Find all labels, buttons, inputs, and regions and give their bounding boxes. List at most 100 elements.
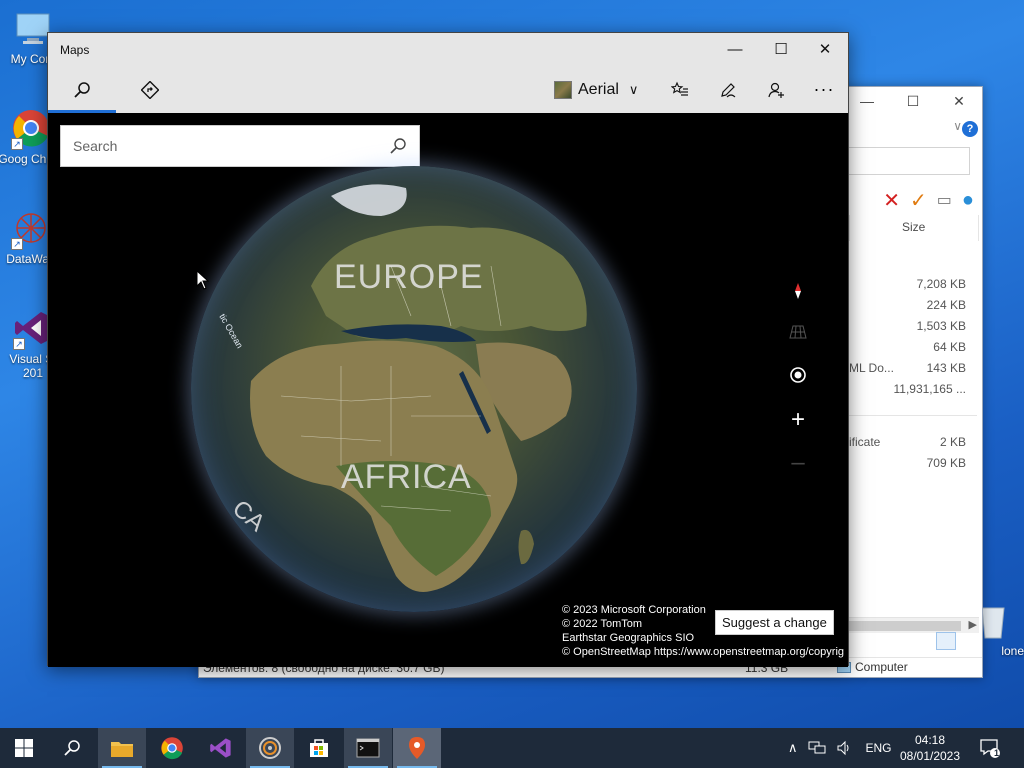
aerial-thumbnail-icon — [554, 80, 572, 99]
zoom-out-button[interactable]: – — [788, 451, 808, 475]
favorites-button[interactable] — [656, 66, 704, 113]
suggest-a-change-button[interactable]: Suggest a change — [715, 610, 834, 635]
tab-search[interactable] — [58, 66, 106, 113]
location-target-icon — [790, 367, 806, 383]
maps-titlebar: Maps — ☐ ✕ — [48, 33, 848, 66]
maximize-button[interactable]: ☐ — [890, 93, 936, 110]
map-label-europe: EUROPE — [334, 258, 484, 296]
disc-icon — [259, 737, 281, 759]
chevron-down-icon[interactable]: ∨ — [953, 119, 962, 133]
horizontal-scrollbar[interactable]: ▶ — [849, 617, 979, 633]
details-view-button[interactable] — [936, 632, 956, 650]
large-icons-view-button[interactable] — [960, 632, 980, 650]
mouse-cursor-icon — [196, 270, 210, 290]
column-header-label: Size — [902, 220, 926, 234]
search-icon — [74, 81, 90, 98]
clock[interactable]: 04:18 08/01/2023 — [890, 732, 970, 764]
my-location-button[interactable] — [788, 366, 808, 386]
person-add-icon — [768, 82, 784, 98]
minimize-button[interactable]: — — [712, 33, 758, 66]
chrome-icon: ↗ — [11, 108, 51, 150]
search-icon[interactable] — [389, 137, 407, 155]
input-language[interactable]: ENG — [866, 741, 892, 755]
shell-icon[interactable]: ● — [962, 189, 974, 212]
datawag-icon: ↗ — [11, 208, 51, 250]
sign-in-button[interactable] — [752, 66, 800, 113]
file-size: 7,208 KB — [916, 277, 966, 291]
folder-icon — [111, 742, 133, 757]
help-icon[interactable]: ? — [962, 121, 978, 137]
action-center-button[interactable]: 1 — [970, 728, 1010, 768]
file-size: 2 KB — [939, 435, 966, 449]
maximize-button[interactable]: ☐ — [758, 33, 804, 66]
delete-icon[interactable]: ✕ — [883, 188, 900, 213]
scrollbar-thumb[interactable] — [849, 621, 961, 631]
zoom-in-button[interactable]: + — [788, 408, 808, 432]
map-label-america: CA — [227, 495, 270, 537]
visual-studio-icon — [210, 738, 231, 758]
taskbar-chrome[interactable] — [148, 728, 196, 768]
group-separator — [849, 415, 977, 416]
map-canvas[interactable]: Search EUROPE AFRICA tic Ocean CA + – © … — [48, 113, 848, 667]
landmass-greenland — [331, 184, 407, 216]
network-icon[interactable] — [808, 740, 826, 756]
file-size: 64 KB — [933, 340, 966, 354]
close-button[interactable]: ✕ — [802, 33, 848, 66]
taskbar-maps[interactable] — [393, 728, 441, 768]
taskbar-store[interactable] — [295, 728, 343, 768]
chrome-icon — [161, 737, 183, 760]
clock-date: 08/01/2023 — [899, 749, 961, 763]
maps-toolbar: Aerial ∨ ··· — [48, 66, 848, 113]
system-tray: ∧ ENG — [788, 728, 892, 768]
column-header-size[interactable]: Size — [849, 215, 979, 241]
taskbar-file-explorer[interactable] — [98, 728, 146, 768]
notification-count-badge: 1 — [994, 748, 1000, 758]
search-button[interactable] — [48, 728, 96, 768]
volume-icon[interactable] — [836, 740, 852, 756]
checkmark-icon[interactable]: ✓ — [910, 188, 927, 213]
minimize-button[interactable]: — — [844, 93, 890, 109]
file-size: 11,931,165 ... — [893, 382, 966, 396]
explorer-toolbar: ✕ ✓ ▭ ● — [883, 187, 974, 213]
search-icon — [64, 740, 80, 756]
map-pin-icon — [409, 737, 425, 759]
taskbar-media-app[interactable] — [246, 728, 294, 768]
close-button[interactable]: ✕ — [936, 93, 982, 110]
compass-button[interactable] — [788, 281, 808, 301]
map-label-ocean: tic Ocean — [217, 312, 245, 350]
attribution-line: © OpenStreetMap https://www.openstreetma… — [562, 646, 845, 658]
more-options-button[interactable]: ··· — [800, 66, 848, 113]
map-style-dropdown[interactable]: Aerial ∨ — [554, 66, 638, 113]
window-title: Maps — [60, 43, 90, 57]
maps-window[interactable]: Maps — ☐ ✕ Aerial ∨ ··· Search EUROPE AF… — [47, 32, 849, 667]
terminal-icon — [356, 738, 380, 758]
file-size: 709 KB — [926, 456, 966, 470]
start-button[interactable] — [0, 728, 48, 768]
view-toggle — [936, 632, 980, 650]
ink-button[interactable] — [704, 66, 752, 113]
search-placeholder: Search — [73, 138, 118, 154]
globe[interactable]: EUROPE AFRICA tic Ocean CA — [191, 166, 637, 612]
map-style-label: Aerial — [578, 80, 619, 98]
directions-icon — [141, 80, 159, 99]
map-label-africa: AFRICA — [341, 458, 472, 496]
pen-icon — [721, 82, 736, 97]
chevron-up-icon[interactable]: ∧ — [788, 740, 798, 756]
file-size: 224 KB — [926, 298, 966, 312]
taskbar: ∧ ENG 04:18 08/01/2023 1 — [0, 728, 1024, 768]
file-type: ificate — [849, 435, 881, 449]
tab-directions[interactable] — [126, 66, 174, 113]
taskbar-terminal[interactable] — [344, 728, 392, 768]
compass-icon — [795, 283, 801, 299]
file-size: 1,503 KB — [916, 319, 966, 333]
favorites-icon — [671, 81, 688, 96]
search-input[interactable]: Search — [60, 125, 420, 167]
tilt-button[interactable] — [788, 323, 808, 343]
properties-icon[interactable]: ▭ — [937, 190, 952, 210]
shortcut-arrow-icon: ↗ — [11, 238, 23, 250]
windows-logo-icon — [15, 739, 33, 757]
file-type: ML Do... — [849, 361, 894, 375]
taskbar-visual-studio[interactable] — [197, 728, 245, 768]
scroll-right-icon[interactable]: ▶ — [969, 618, 977, 631]
store-icon — [310, 739, 328, 757]
